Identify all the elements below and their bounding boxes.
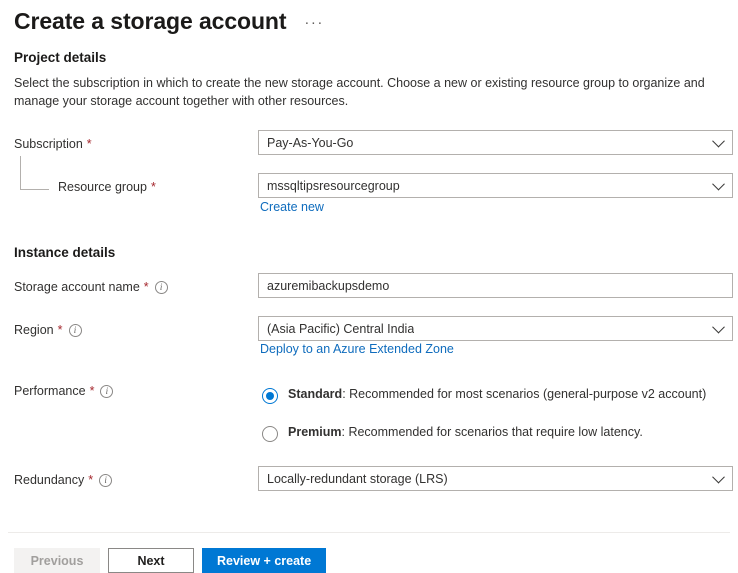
subscription-select[interactable]: Pay-As-You-Go (258, 130, 733, 155)
info-icon[interactable]: i (68, 323, 82, 337)
region-label-text: Region (14, 323, 54, 337)
next-button[interactable]: Next (108, 548, 194, 573)
resource-group-required-asterisk: * (150, 180, 156, 194)
page-title: Create a storage account (14, 8, 287, 34)
chevron-down-icon (712, 320, 725, 333)
section-heading-instance-details: Instance details (14, 245, 116, 260)
radio-premium[interactable] (262, 426, 278, 442)
info-icon[interactable]: i (154, 280, 168, 294)
performance-label: Performance * i (14, 384, 114, 398)
performance-standard-description: : Recommended for most scenarios (genera… (342, 387, 707, 401)
info-icon[interactable]: i (99, 473, 113, 487)
footer-divider (8, 532, 730, 533)
previous-button: Previous (14, 548, 100, 573)
redundancy-label: Redundancy * i (14, 473, 113, 487)
subscription-value: Pay-As-You-Go (267, 135, 354, 150)
resource-group-select[interactable]: mssqltipsresourcegroup (258, 173, 733, 198)
subscription-label-text: Subscription (14, 137, 83, 151)
resource-group-label: Resource group * (58, 180, 156, 194)
subscription-required-asterisk: * (86, 137, 92, 151)
storage-account-name-value: azuremibackupsdemo (267, 278, 390, 293)
storage-account-name-input[interactable]: azuremibackupsdemo (258, 273, 733, 298)
resource-group-tree-connector (20, 156, 49, 190)
redundancy-label-text: Redundancy (14, 473, 85, 487)
redundancy-select[interactable]: Locally-redundant storage (LRS) (258, 466, 733, 491)
chevron-down-icon (712, 177, 725, 190)
storage-account-name-label-text: Storage account name (14, 280, 140, 294)
region-select[interactable]: (Asia Pacific) Central India (258, 316, 733, 341)
footer-actions: Previous Next Review + create (14, 548, 327, 573)
region-value: (Asia Pacific) Central India (267, 321, 415, 336)
more-options-icon[interactable]: ··· (304, 4, 324, 38)
section-description-project-details: Select the subscription in which to crea… (14, 76, 705, 108)
review-create-button[interactable]: Review + create (202, 548, 327, 573)
performance-premium-name: Premium (288, 425, 342, 439)
region-label: Region * i (14, 323, 82, 337)
performance-option-standard[interactable]: Standard: Recommended for most scenarios… (262, 387, 706, 404)
info-icon[interactable]: i (100, 384, 114, 398)
subscription-label: Subscription * (14, 137, 92, 151)
create-storage-account-page: Create a storage account ··· Project det… (0, 0, 738, 573)
radio-standard[interactable] (262, 388, 278, 404)
performance-standard-name: Standard (288, 387, 343, 401)
resource-group-value: mssqltipsresourcegroup (267, 178, 400, 193)
performance-standard-text: Standard: Recommended for most scenarios… (288, 387, 706, 401)
deploy-extended-zone-link[interactable]: Deploy to an Azure Extended Zone (260, 342, 454, 356)
redundancy-value: Locally-redundant storage (LRS) (267, 471, 448, 486)
performance-premium-description: : Recommended for scenarios that require… (341, 425, 643, 439)
performance-premium-text: Premium: Recommended for scenarios that … (288, 425, 643, 439)
region-required-asterisk: * (57, 323, 63, 337)
performance-label-text: Performance (14, 384, 86, 398)
chevron-down-icon (712, 134, 725, 147)
resource-group-label-text: Resource group (58, 180, 147, 194)
performance-option-premium[interactable]: Premium: Recommended for scenarios that … (262, 425, 643, 442)
section-heading-project-details: Project details (14, 50, 107, 65)
page-header: Create a storage account ··· (14, 4, 324, 38)
storage-account-name-label: Storage account name * i (14, 280, 168, 294)
redundancy-required-asterisk: * (88, 473, 94, 487)
performance-required-asterisk: * (89, 384, 95, 398)
storage-account-name-required-asterisk: * (143, 280, 149, 294)
chevron-down-icon (712, 470, 725, 483)
create-new-resource-group-link[interactable]: Create new (260, 200, 324, 214)
